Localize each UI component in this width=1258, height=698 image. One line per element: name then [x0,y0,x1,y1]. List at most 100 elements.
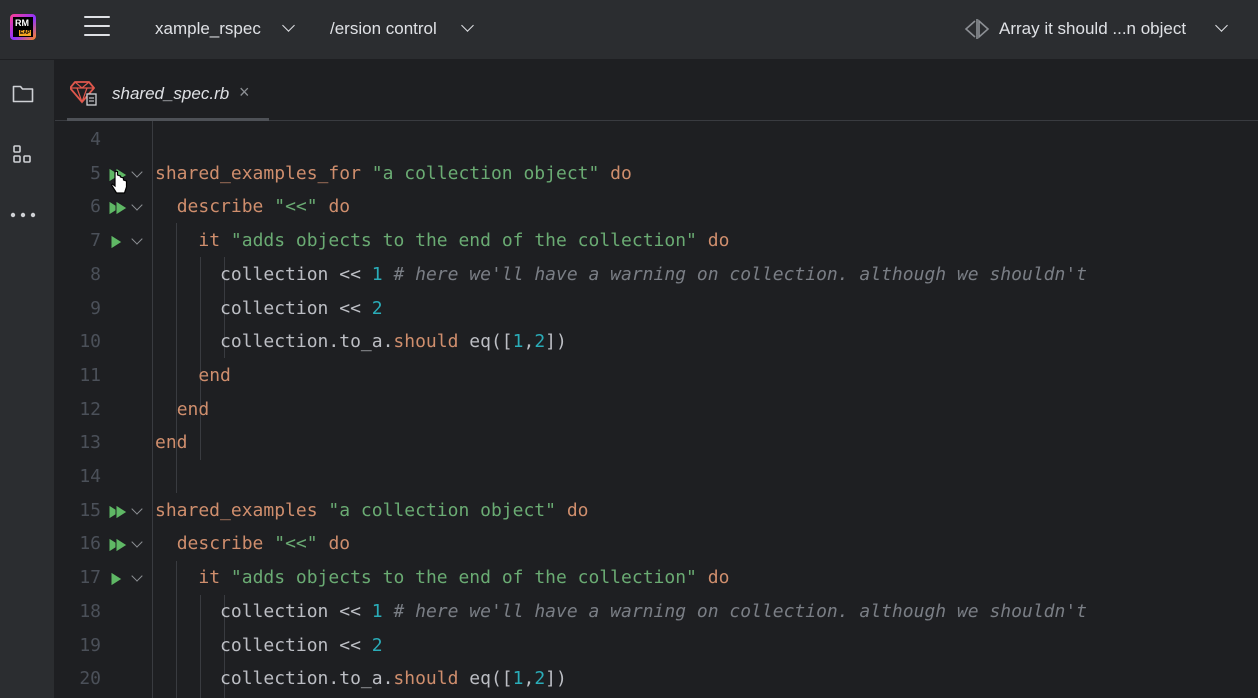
code-token: eq([ [458,331,513,353]
code-line[interactable]: 6 describe "<<" do [55,190,1258,224]
code-token: , [523,668,535,690]
code-line[interactable]: 13 end [55,426,1258,460]
code-line[interactable]: 4 [55,123,1258,157]
fold-chevron-icon[interactable] [131,166,143,178]
code-token: 1 [371,263,383,285]
code-token: 2 [371,634,383,656]
line-number: 8 [90,263,101,285]
code-token: it [198,567,221,589]
code-token: # here we'll have a warning on collectio… [393,263,1087,285]
code-token: shared_examples_for [155,162,361,184]
run-icon[interactable] [108,234,130,251]
code-text: end [155,426,188,460]
code-line[interactable]: 14 [55,460,1258,494]
code-token: ]) [545,331,567,353]
code-token: end [176,398,210,420]
chevron-down-icon [461,19,474,32]
vcs-label: /ersion control [330,19,437,38]
close-icon[interactable]: × [239,82,250,103]
fold-chevron-icon[interactable] [131,503,143,515]
code-line[interactable]: 15 shared_examples "a collection object" … [55,494,1258,528]
code-token: do [328,196,351,218]
code-token: 1 [371,600,383,622]
fold-chevron-icon[interactable] [131,199,143,212]
structure-icon[interactable] [12,144,34,166]
code-line[interactable]: 18 collection << 1 # here we'll have a w… [55,595,1258,629]
code-text: it "adds objects to the end of the colle… [155,224,729,258]
line-number: 13 [79,432,101,454]
code-editor[interactable]: 4 5 shared_examples_for "a collection obje… [55,121,1258,698]
code-token: do [566,499,589,521]
app-logo-text: RM [15,18,29,28]
code-text: shared_examples_for "a collection object… [155,157,632,191]
code-token: describe [176,533,264,555]
fold-chevron-icon[interactable] [131,570,143,582]
run-all-icon[interactable] [108,200,130,217]
run-icon[interactable] [108,571,130,588]
tab-shared-spec[interactable]: shared_spec.rb × [67,60,269,121]
code-token: "<<" [274,196,318,218]
folder-icon[interactable] [12,83,34,103]
run-all-icon[interactable] [108,537,130,554]
line-number: 19 [79,634,101,656]
more-icon[interactable] [10,210,36,220]
run-config-label: Array it should ...n object [999,19,1187,38]
code-line[interactable]: 20 collection.to_a.should eq([1,2]) [55,662,1258,696]
code-token: collection << [155,263,372,285]
app-logo-inner: RM EAP [13,17,33,37]
code-line[interactable]: 9 collection << 2 [55,292,1258,326]
code-token: "adds objects to the end of the collecti… [230,567,697,589]
code-line[interactable]: 17 it "adds objects to the end of the co… [55,561,1258,595]
fold-chevron-icon[interactable] [131,536,143,549]
line-number: 5 [90,162,101,184]
code-line[interactable]: 5 shared_examples_for "a collection objec… [55,157,1258,191]
project-name: xample_rspec [155,19,261,38]
tool-window-strip [0,60,55,698]
line-number: 15 [79,499,101,521]
code-line[interactable]: 19 collection << 2 [55,629,1258,663]
code-token: do [707,230,730,252]
app-logo-icon[interactable]: RM EAP [10,14,36,40]
code-text: collection << 2 [155,629,383,663]
code-line[interactable]: 12 end [55,393,1258,427]
line-number: 20 [79,668,101,690]
app-badge: EAP [19,30,32,36]
fold-chevron-icon[interactable] [131,233,143,245]
line-number: 16 [79,533,101,555]
code-line[interactable]: 16 describe "<<" do [55,527,1258,561]
code-token: ]) [545,668,567,690]
code-line[interactable]: 11 end [55,359,1258,393]
code-text: collection.to_a.should eq([1,2]) [155,662,567,696]
main-menu-icon[interactable] [84,16,110,38]
code-token: # here we'll have a warning on collectio… [393,600,1087,622]
code-token: eq([ [458,668,513,690]
code-line[interactable]: 8 collection << 1 # here we'll have a wa… [55,258,1258,292]
code-line[interactable]: 7 it "adds objects to the end of the col… [55,224,1258,258]
code-token: 1 [512,668,524,690]
code-token: should [393,668,459,690]
code-token: "adds objects to the end of the collecti… [230,230,697,252]
code-token: 2 [371,297,383,319]
run-config-icon [964,19,990,39]
code-token: end [198,364,231,386]
code-token: collection << [155,600,372,622]
tab-filename: shared_spec.rb [112,84,230,103]
run-all-icon[interactable] [108,503,130,520]
editor-tab-bar: shared_spec.rb × [55,60,1258,121]
code-line[interactable]: 10 collection.to_a.should eq([1,2]) [55,325,1258,359]
code-token: do [328,533,351,555]
line-number: 7 [90,230,101,252]
